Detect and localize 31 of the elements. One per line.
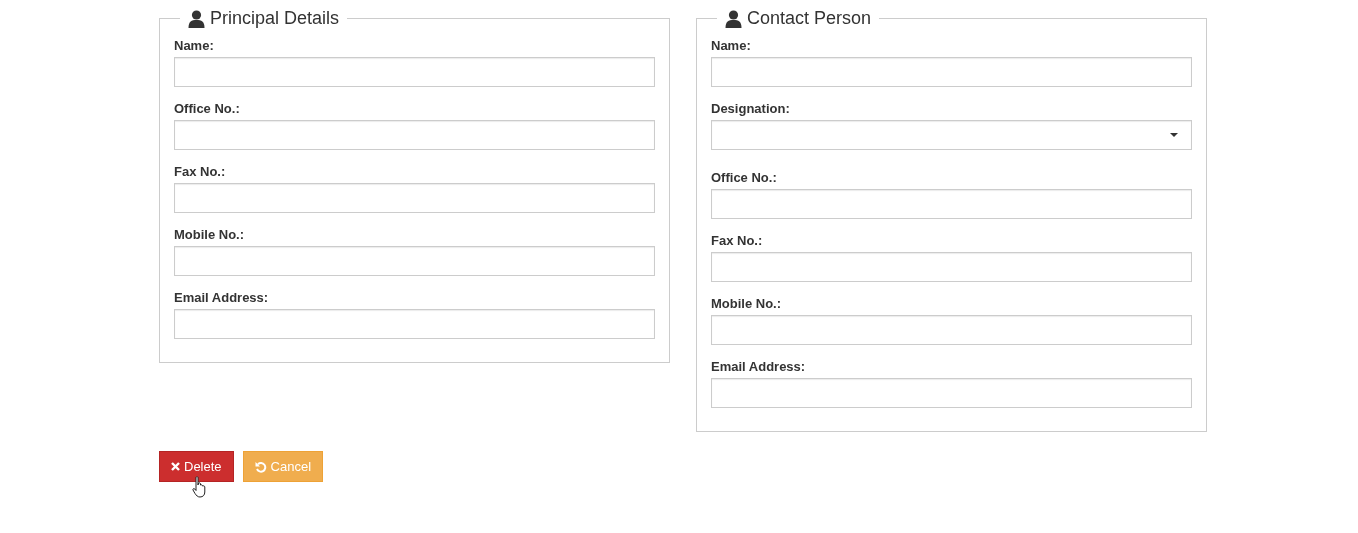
- field-label: Office No.:: [711, 171, 778, 184]
- dropdown-field[interactable]: [711, 120, 1192, 150]
- field-label: Name:: [174, 39, 215, 52]
- text-field[interactable]: [711, 57, 1192, 87]
- caret-icon: [1170, 133, 1178, 137]
- text-field[interactable]: [174, 57, 655, 87]
- panel-title: Principal Details: [210, 8, 340, 29]
- text-field[interactable]: [174, 246, 655, 276]
- user-icon: [188, 9, 205, 28]
- field-label: Office No.:: [174, 102, 241, 115]
- field-label: Mobile No.:: [174, 228, 246, 241]
- panel-title: Contact Person: [747, 8, 872, 29]
- field-label: Email Address:: [711, 360, 807, 373]
- hand-cursor-icon: [192, 476, 208, 498]
- text-field[interactable]: [711, 189, 1192, 219]
- field-label: Fax No.:: [711, 234, 764, 247]
- text-field[interactable]: [174, 120, 655, 150]
- field-label: Designation:: [711, 102, 791, 115]
- undo-icon: [254, 460, 267, 473]
- text-field[interactable]: [711, 315, 1192, 345]
- delete-button[interactable]: Delete: [159, 451, 234, 482]
- close-icon: [171, 462, 180, 471]
- text-field[interactable]: [711, 252, 1192, 282]
- text-field[interactable]: [174, 309, 655, 339]
- field-label: Mobile No.:: [711, 297, 783, 310]
- field-label: Email Address:: [174, 291, 270, 304]
- field-label: Fax No.:: [174, 165, 227, 178]
- field-label: Name:: [711, 39, 752, 52]
- user-icon: [725, 9, 742, 28]
- text-field[interactable]: [174, 183, 655, 213]
- text-field[interactable]: [711, 378, 1192, 408]
